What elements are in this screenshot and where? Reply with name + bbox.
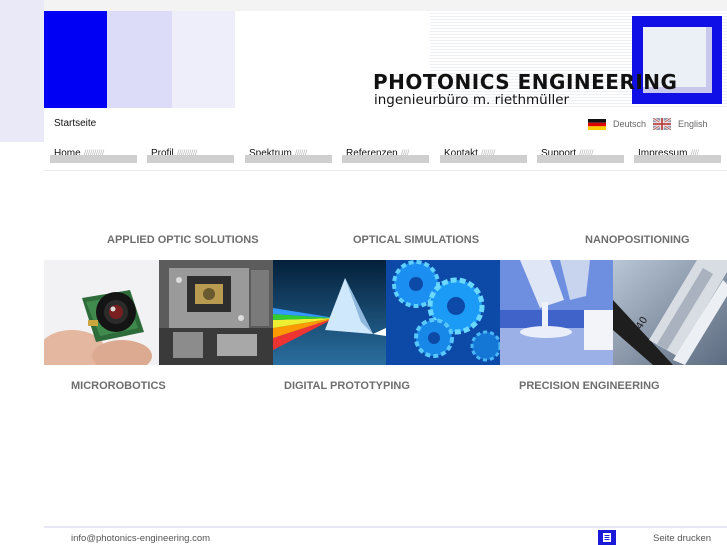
nav-item-home[interactable]: Home////////// [50, 143, 137, 165]
nav-bar [537, 155, 624, 163]
header-blue-block [44, 11, 107, 108]
breadcrumb[interactable]: Startseite [54, 118, 96, 129]
category-optical-simulations[interactable]: OPTICAL SIMULATIONS [353, 234, 479, 246]
nav-bar [440, 155, 527, 163]
de-flag-icon[interactable] [588, 119, 606, 130]
nav-bar [342, 155, 429, 163]
top-strip [0, 0, 727, 11]
nav-divider [44, 170, 727, 171]
footer-divider [44, 526, 727, 528]
prism-image[interactable] [273, 260, 386, 365]
photo-strip: 40 [44, 260, 727, 365]
category-digital-prototyping[interactable]: DIGITAL PROTOTYPING [284, 380, 410, 392]
nav-bar [245, 155, 332, 163]
nav-item-impressum[interactable]: Impressum//// [634, 143, 721, 165]
print-icon[interactable] [598, 530, 616, 545]
header-light-block [172, 11, 235, 108]
language-english-link[interactable]: English [678, 119, 708, 129]
nav-item-referenzen[interactable]: Referenzen//// [342, 143, 429, 165]
uk-flag-icon[interactable] [653, 118, 671, 130]
micrometer-image[interactable]: 40 [613, 260, 727, 365]
print-page-link[interactable]: Seite drucken [653, 533, 711, 544]
language-deutsch-link[interactable]: Deutsch [613, 119, 646, 129]
mechanical-assembly-image[interactable] [159, 260, 273, 365]
nav-item-spektrum[interactable]: Spektrum////// [245, 143, 332, 165]
category-precision-engineering[interactable]: PRECISION ENGINEERING [519, 380, 660, 392]
category-nanopositioning[interactable]: NANOPOSITIONING [585, 234, 690, 246]
footer-email-link[interactable]: info@photonics-engineering.com [71, 533, 210, 544]
category-microrobotics[interactable]: MICROROBOTICS [71, 380, 166, 392]
microscope-image[interactable] [500, 260, 613, 365]
nav-item-kontakt[interactable]: Kontakt/////// [440, 143, 527, 165]
category-applied-optic-solutions[interactable]: APPLIED OPTIC SOLUTIONS [107, 234, 259, 246]
header-lavender-block [107, 11, 172, 108]
camera-module-image[interactable] [44, 260, 159, 365]
nav-bar [634, 155, 721, 163]
gears-image[interactable] [386, 260, 500, 365]
nav-bar [147, 155, 234, 163]
nav-bar [50, 155, 137, 163]
nav-item-profil[interactable]: Profil////////// [147, 143, 234, 165]
nav-item-support[interactable]: Support/////// [537, 143, 624, 165]
brand-subtitle: ingenieurbüro m. riethmüller [374, 92, 570, 108]
brand-title: PHOTONICS ENGINEERING [373, 70, 678, 94]
left-panel [0, 0, 44, 142]
